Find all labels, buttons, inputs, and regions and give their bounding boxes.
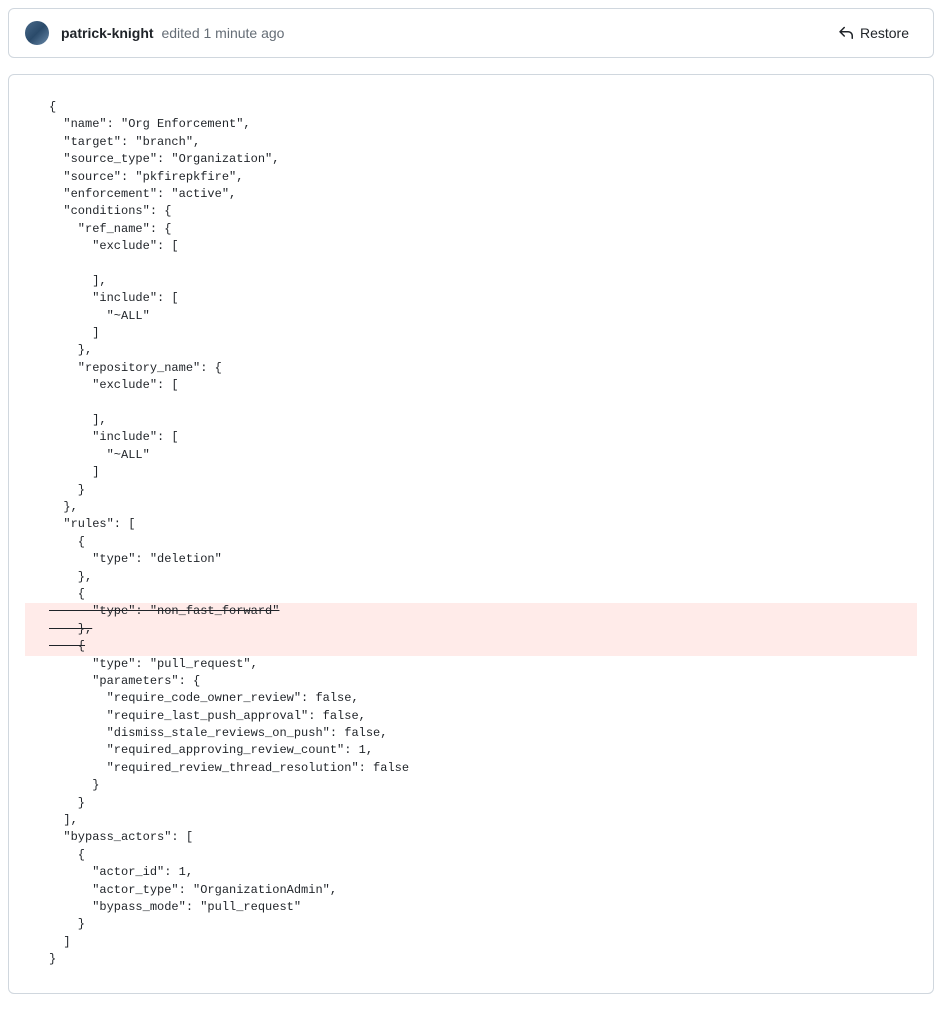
- code-line: "source": "pkfirepkfire",: [49, 169, 917, 186]
- avatar[interactable]: [25, 21, 49, 45]
- header-left: patrick-knight edited 1 minute ago: [25, 21, 284, 45]
- code-line: },: [49, 342, 917, 359]
- reply-icon: [838, 25, 854, 41]
- code-line: },: [25, 621, 917, 638]
- code-line: },: [49, 499, 917, 516]
- username[interactable]: patrick-knight: [61, 25, 154, 41]
- restore-label: Restore: [860, 25, 909, 41]
- code-line: "~ALL": [49, 308, 917, 325]
- code-line: "type": "non_fast_forward": [25, 603, 917, 620]
- code-line: "required_approving_review_count": 1,: [49, 742, 917, 759]
- code-line: },: [49, 569, 917, 586]
- code-line: {: [25, 638, 917, 655]
- code-line: ],: [49, 812, 917, 829]
- header-text: patrick-knight edited 1 minute ago: [61, 25, 284, 41]
- code-line: "require_code_owner_review": false,: [49, 690, 917, 707]
- code-line: "exclude": [: [49, 377, 917, 394]
- code-line: "target": "branch",: [49, 134, 917, 151]
- code-line: }: [49, 795, 917, 812]
- restore-button[interactable]: Restore: [830, 21, 917, 45]
- code-line: ]: [49, 464, 917, 481]
- code-line: "enforcement": "active",: [49, 186, 917, 203]
- code-line: "include": [: [49, 290, 917, 307]
- code-line: }: [49, 951, 917, 968]
- code-line: "rules": [: [49, 516, 917, 533]
- code-line: "~ALL": [49, 447, 917, 464]
- revision-header: patrick-knight edited 1 minute ago Resto…: [8, 8, 934, 58]
- code-line: "repository_name": {: [49, 360, 917, 377]
- code-line: "exclude": [: [49, 238, 917, 255]
- code-line: ],: [49, 273, 917, 290]
- code-line: "bypass_actors": [: [49, 829, 917, 846]
- code-line: "actor_type": "OrganizationAdmin",: [49, 882, 917, 899]
- code-line: {: [49, 847, 917, 864]
- code-line: {: [49, 534, 917, 551]
- code-line: "type": "pull_request",: [49, 656, 917, 673]
- code-line: }: [49, 777, 917, 794]
- code-line: "ref_name": {: [49, 221, 917, 238]
- edit-timestamp: edited 1 minute ago: [161, 25, 284, 41]
- code-line: ],: [49, 412, 917, 429]
- code-line: {: [49, 586, 917, 603]
- code-line: "source_type": "Organization",: [49, 151, 917, 168]
- code-line: "dismiss_stale_reviews_on_push": false,: [49, 725, 917, 742]
- code-line: ]: [49, 325, 917, 342]
- code-line: "required_review_thread_resolution": fal…: [49, 760, 917, 777]
- code-line: }: [49, 482, 917, 499]
- code-line: ]: [49, 934, 917, 951]
- code-line: "include": [: [49, 429, 917, 446]
- code-block: { "name": "Org Enforcement", "target": "…: [49, 99, 917, 969]
- code-line: [49, 395, 917, 412]
- code-line: "require_last_push_approval": false,: [49, 708, 917, 725]
- code-diff-card: { "name": "Org Enforcement", "target": "…: [8, 74, 934, 994]
- code-line: }: [49, 916, 917, 933]
- code-line: [49, 256, 917, 273]
- code-line: "actor_id": 1,: [49, 864, 917, 881]
- code-line: "type": "deletion": [49, 551, 917, 568]
- code-line: {: [49, 99, 917, 116]
- code-line: "conditions": {: [49, 203, 917, 220]
- code-line: "name": "Org Enforcement",: [49, 116, 917, 133]
- code-line: "bypass_mode": "pull_request": [49, 899, 917, 916]
- code-line: "parameters": {: [49, 673, 917, 690]
